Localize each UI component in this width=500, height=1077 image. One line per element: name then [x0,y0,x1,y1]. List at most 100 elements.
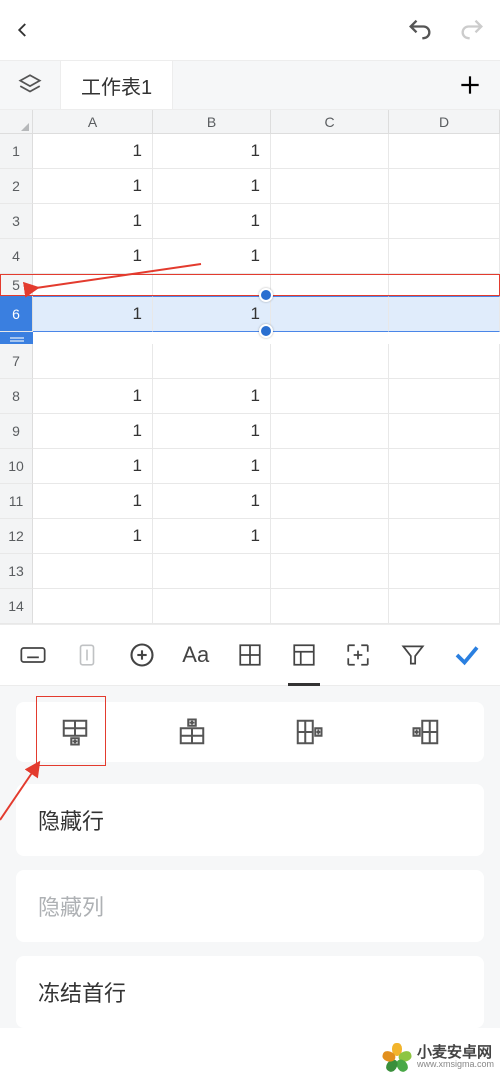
cell[interactable]: 1 [153,414,271,449]
hide-row-option[interactable]: 隐藏行 [16,784,484,856]
insert-button[interactable] [120,633,164,677]
cell[interactable]: 1 [153,134,271,169]
cell[interactable] [271,484,389,519]
insert-col-left-tab[interactable] [367,702,484,762]
cell[interactable] [389,414,500,449]
font-button[interactable]: Aa [174,633,218,677]
table-row[interactable]: 2 1 1 [0,169,500,204]
table-row[interactable]: 4 1 1 [0,239,500,274]
cell[interactable]: 1 [153,239,271,274]
cell[interactable]: 1 [153,169,271,204]
cell[interactable] [389,449,500,484]
col-header-a[interactable]: A [33,110,153,134]
row-header[interactable]: 1 [0,134,33,169]
cell[interactable] [271,519,389,554]
table-row[interactable]: 11 1 1 [0,484,500,519]
row-header[interactable]: 2 [0,169,33,204]
table-row[interactable]: 12 1 1 [0,519,500,554]
freeze-first-row-option[interactable]: 冻结首行 [16,956,484,1028]
table-row[interactable]: 7 [0,344,500,379]
row-header[interactable]: 4 [0,239,33,274]
cell[interactable] [271,296,389,332]
cell[interactable] [33,554,153,589]
row-header[interactable]: 3 [0,204,33,239]
cell[interactable] [389,274,500,296]
cell[interactable]: 1 [33,484,153,519]
row-header[interactable]: 7 [0,344,33,379]
cell[interactable] [271,204,389,239]
cell[interactable]: 1 [33,169,153,204]
col-header-b[interactable]: B [153,110,271,134]
row-header[interactable]: 11 [0,484,33,519]
autofit-button[interactable] [336,633,380,677]
selection-handle-top[interactable] [259,288,273,302]
insert-col-right-tab[interactable] [250,702,367,762]
cell[interactable]: 1 [33,379,153,414]
spreadsheet-grid[interactable]: A B C D 1 1 1 2 1 1 3 1 1 4 [0,110,500,624]
table-row[interactable]: 14 [0,589,500,624]
cell[interactable] [271,344,389,379]
row-header[interactable]: 9 [0,414,33,449]
cell[interactable] [33,344,153,379]
table-row[interactable]: 3 1 1 [0,204,500,239]
cell[interactable] [389,344,500,379]
cell[interactable]: 1 [33,296,153,332]
cell[interactable] [271,134,389,169]
table-row[interactable]: 1 1 1 [0,134,500,169]
row-drag-handle[interactable] [0,332,33,344]
text-cursor-button[interactable] [65,633,109,677]
cell[interactable] [271,239,389,274]
cell[interactable] [153,274,271,296]
insert-row-below-tab[interactable] [16,702,133,762]
cell[interactable] [389,554,500,589]
cell[interactable]: 1 [153,204,271,239]
cell[interactable]: 1 [153,379,271,414]
cell[interactable]: 1 [33,134,153,169]
column-headers[interactable]: A B C D [33,110,500,134]
cell[interactable] [271,274,389,296]
cell[interactable] [389,379,500,414]
cell[interactable]: 1 [33,239,153,274]
row-header[interactable]: 6 [0,296,33,332]
confirm-button[interactable] [445,633,489,677]
select-all-corner[interactable] [0,110,33,134]
cell[interactable] [389,134,500,169]
cell[interactable] [271,449,389,484]
cell[interactable]: 1 [153,296,271,332]
sheet-tab-1[interactable]: 工作表1 [60,61,173,109]
col-header-d[interactable]: D [389,110,500,134]
cell[interactable]: 1 [33,414,153,449]
cell[interactable] [389,169,500,204]
cell[interactable]: 1 [153,449,271,484]
cell[interactable] [389,484,500,519]
cell[interactable] [271,414,389,449]
cell[interactable] [389,204,500,239]
undo-icon[interactable] [406,16,434,44]
row-header[interactable]: 5 [0,274,33,296]
cell[interactable]: 1 [153,484,271,519]
cell[interactable] [33,274,153,296]
row-header[interactable]: 13 [0,554,33,589]
insert-row-above-tab[interactable] [133,702,250,762]
cell[interactable] [389,296,500,332]
cell[interactable] [271,554,389,589]
table-ops-button[interactable] [282,633,326,677]
cell[interactable] [389,519,500,554]
cell[interactable] [271,589,389,624]
cell[interactable]: 1 [33,204,153,239]
add-sheet-button[interactable] [440,61,500,109]
row-header[interactable]: 10 [0,449,33,484]
table-row[interactable]: 9 1 1 [0,414,500,449]
filter-button[interactable] [391,633,435,677]
cell[interactable] [153,589,271,624]
cell[interactable] [389,589,500,624]
borders-button[interactable] [228,633,272,677]
row-header[interactable]: 8 [0,379,33,414]
cell[interactable] [153,554,271,589]
table-row[interactable]: 8 1 1 [0,379,500,414]
table-row[interactable]: 5 [0,274,500,296]
col-header-c[interactable]: C [271,110,389,134]
sheets-list-button[interactable] [0,61,60,109]
cell[interactable]: 1 [33,519,153,554]
cell[interactable] [271,169,389,204]
